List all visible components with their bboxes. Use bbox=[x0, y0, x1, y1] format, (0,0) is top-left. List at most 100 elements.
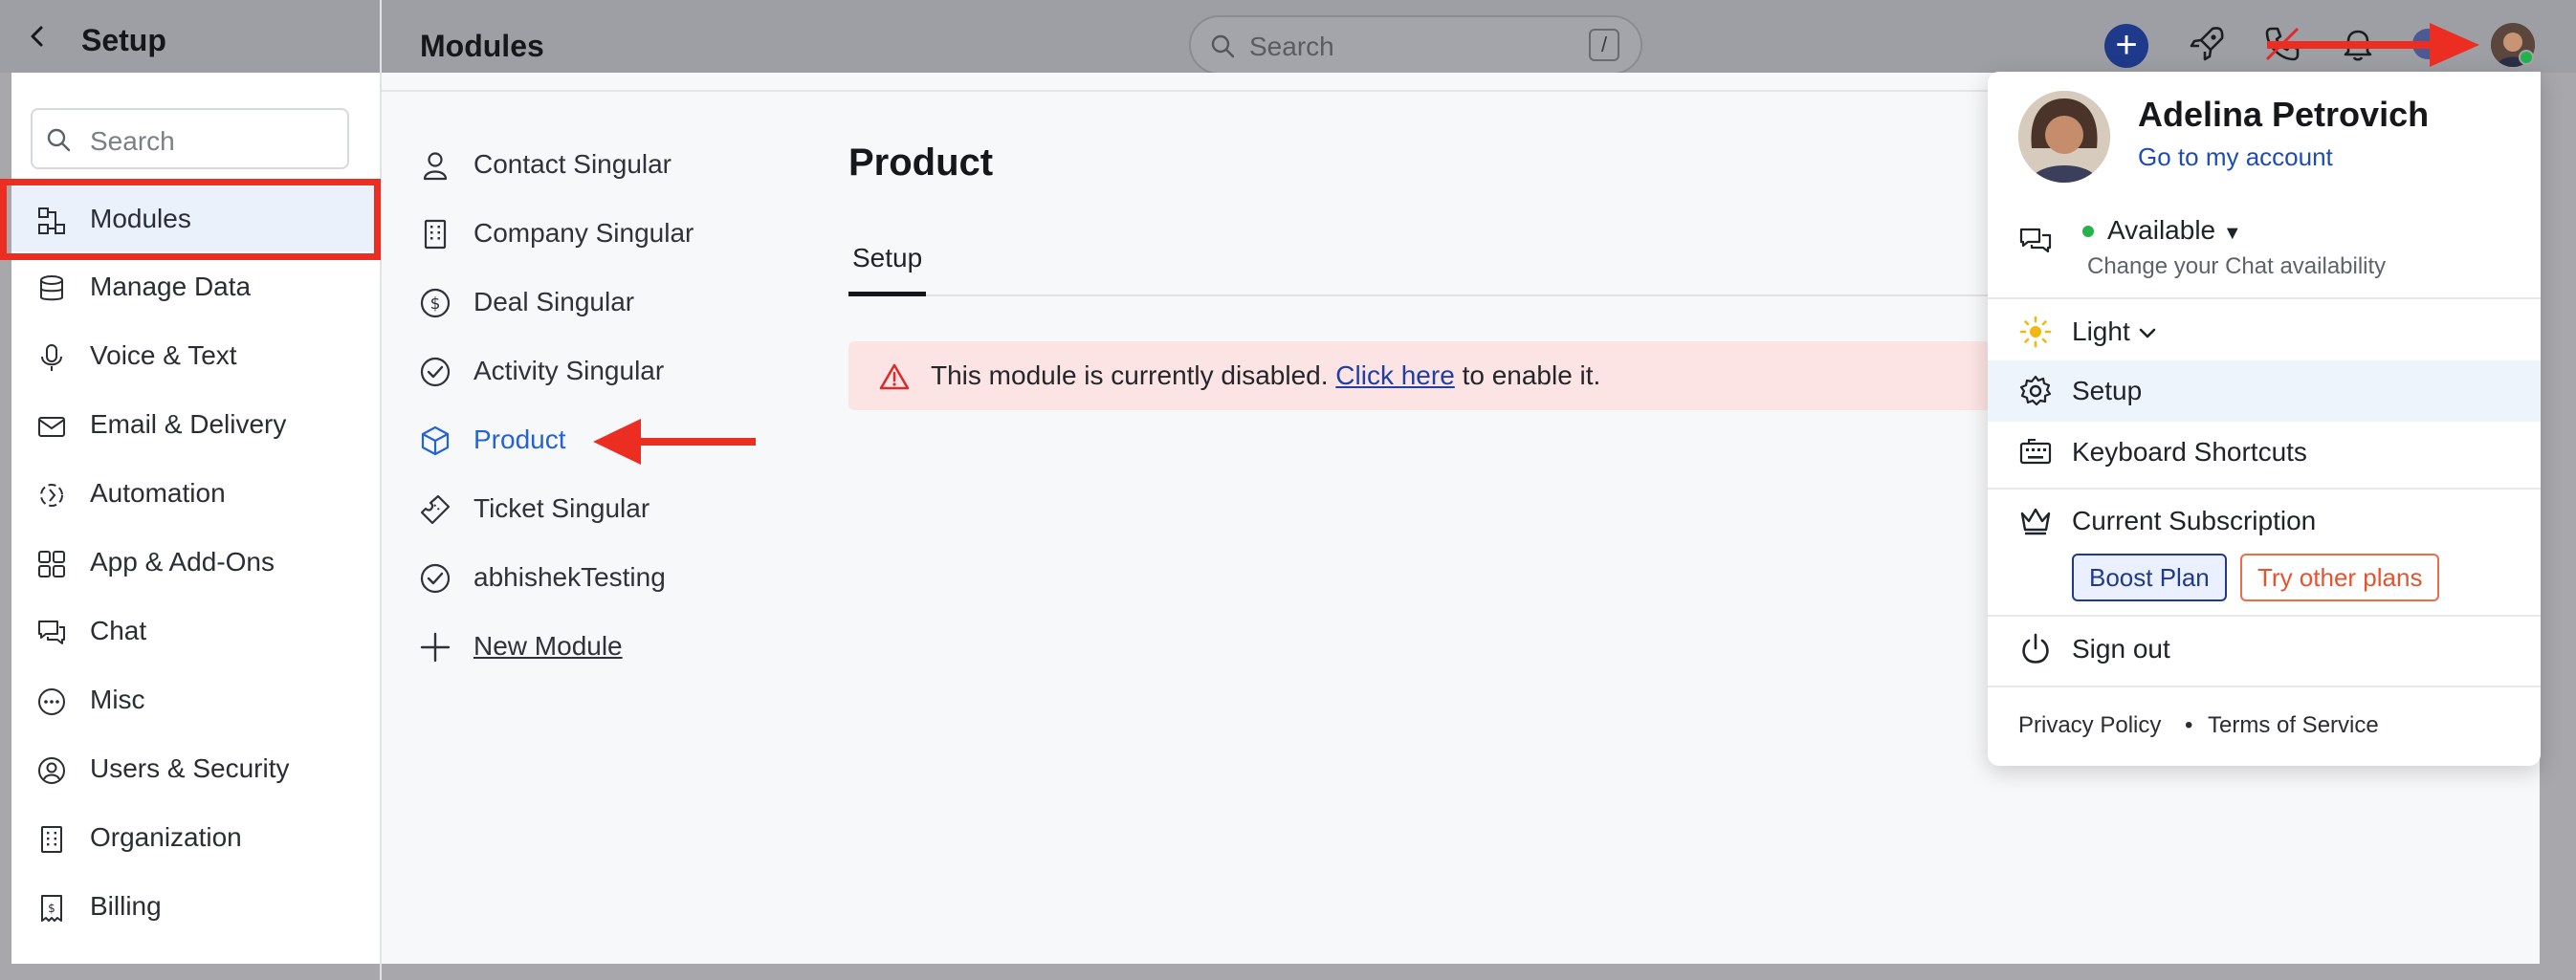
annotation-arrow-left bbox=[593, 419, 756, 465]
go-to-account-link[interactable]: Go to my account bbox=[2138, 142, 2333, 172]
alert-text: This module is currently disabled. Click… bbox=[931, 360, 1600, 391]
search-icon bbox=[1211, 34, 1235, 58]
sidebar-item-label: Automation bbox=[90, 478, 226, 508]
global-search-placeholder: Search bbox=[1249, 32, 1334, 61]
power-icon bbox=[2022, 633, 2049, 664]
person-icon bbox=[423, 152, 448, 181]
setup-label: Setup bbox=[2072, 376, 2143, 405]
ticket-icon bbox=[420, 494, 451, 525]
avatar-photo-icon bbox=[2018, 91, 2110, 183]
sidebar-item-app-add-ons[interactable]: App & Add-Ons bbox=[11, 530, 380, 595]
sidebar-item-email-delivery[interactable]: Email & Delivery bbox=[11, 392, 380, 457]
theme-label: Light bbox=[2072, 316, 2130, 346]
module-label: Activity Singular bbox=[473, 356, 665, 385]
module-disabled-alert: This module is currently disabled. Click… bbox=[848, 341, 2082, 410]
sidebar-header: Setup bbox=[0, 0, 380, 73]
sidebar-item-chat[interactable]: Chat bbox=[11, 599, 380, 664]
sidebar-title: Setup bbox=[81, 23, 166, 57]
sidebar-item-label: Users & Security bbox=[90, 753, 290, 783]
current-subscription-label: Current Subscription bbox=[2072, 506, 2317, 535]
status-dropdown[interactable]: Available ▼ bbox=[2107, 215, 2242, 246]
sidebar-item-automation[interactable]: Automation bbox=[11, 461, 380, 526]
building-icon bbox=[424, 219, 447, 250]
product-title: Product bbox=[848, 142, 994, 184]
dollar-icon: $ bbox=[420, 288, 451, 318]
sign-out-button[interactable]: Sign out bbox=[2072, 634, 2170, 664]
sidebar-item-label: Chat bbox=[90, 616, 147, 645]
sidebar-item-label: Voice & Text bbox=[90, 340, 237, 370]
profile-menu: Adelina Petrovich Go to my account Avail… bbox=[1988, 72, 2541, 766]
create-new-button[interactable]: + bbox=[2104, 24, 2148, 68]
module-item-ticket[interactable]: Ticket Singular bbox=[419, 482, 763, 535]
module-item-contact[interactable]: Contact Singular bbox=[419, 138, 763, 191]
sidebar-item-billing[interactable]: $ Billing bbox=[11, 874, 380, 939]
terms-of-service-link[interactable]: Terms of Service bbox=[2208, 712, 2379, 739]
profile-avatar bbox=[2018, 91, 2110, 183]
footer-separator: • bbox=[2185, 712, 2193, 738]
module-label: Deal Singular bbox=[473, 287, 635, 316]
building-icon bbox=[41, 826, 62, 853]
sidebar-search-placeholder: Search bbox=[90, 126, 175, 156]
privacy-policy-link[interactable]: Privacy Policy bbox=[2018, 712, 2161, 739]
back-arrow-icon[interactable] bbox=[27, 25, 50, 48]
svg-text:$: $ bbox=[430, 294, 441, 314]
menu-divider bbox=[1988, 615, 2541, 617]
caret-down-icon: ▼ bbox=[2222, 223, 2242, 244]
sun-icon bbox=[2019, 316, 2052, 348]
module-label: Contact Singular bbox=[473, 149, 672, 179]
product-tabs: Setup bbox=[848, 229, 2082, 296]
user-circle-icon bbox=[38, 757, 65, 784]
microphone-icon bbox=[41, 344, 62, 371]
tab-setup[interactable]: Setup bbox=[848, 229, 927, 296]
billing-icon: $ bbox=[41, 895, 62, 922]
online-status-dot bbox=[2519, 50, 2534, 65]
menu-item-setup[interactable] bbox=[1988, 360, 2541, 422]
try-other-plans-button[interactable]: Try other plans bbox=[2240, 554, 2440, 601]
sidebar-item-label: Email & Delivery bbox=[90, 409, 287, 439]
sidebar-item-misc[interactable]: Misc bbox=[11, 667, 380, 732]
module-item-activity[interactable]: Activity Singular bbox=[419, 344, 763, 398]
mail-icon bbox=[38, 417, 65, 437]
search-shortcut-key: / bbox=[1589, 29, 1619, 61]
more-icon bbox=[38, 688, 65, 715]
svg-text:$: $ bbox=[48, 902, 55, 915]
alert-message-end: to enable it. bbox=[1462, 360, 1601, 390]
theme-dropdown[interactable]: Light bbox=[2072, 316, 2157, 347]
module-label: Company Singular bbox=[473, 218, 694, 248]
new-module-button[interactable]: New Module bbox=[419, 620, 763, 673]
available-status-dot bbox=[2082, 226, 2094, 237]
sidebar-search-input[interactable]: Search bbox=[31, 108, 349, 169]
sidebar-item-label: App & Add-Ons bbox=[90, 547, 275, 577]
sidebar-item-organization[interactable]: Organization bbox=[11, 805, 380, 870]
module-item-company[interactable]: Company Singular bbox=[419, 207, 763, 260]
plus-icon bbox=[420, 632, 451, 663]
page-title: Modules bbox=[420, 29, 544, 63]
sidebar-item-users-security[interactable]: Users & Security bbox=[11, 736, 380, 801]
module-item-abhishektesting[interactable]: abhishekTesting bbox=[419, 551, 763, 604]
crown-icon bbox=[2020, 508, 2051, 535]
sidebar-item-manage-data[interactable]: Manage Data bbox=[11, 254, 380, 319]
rocket-icon[interactable] bbox=[2184, 21, 2230, 67]
status-hint: Change your Chat availability bbox=[2087, 253, 2387, 279]
sidebar-item-label: Misc bbox=[90, 685, 145, 714]
sidebar-item-label: Organization bbox=[90, 822, 242, 852]
module-label: Product bbox=[473, 425, 566, 454]
new-module-label: New Module bbox=[473, 631, 623, 661]
module-label: Ticket Singular bbox=[473, 493, 650, 523]
gear-icon bbox=[2019, 375, 2052, 406]
sidebar-item-voice-text[interactable]: Voice & Text bbox=[11, 323, 380, 388]
sidebar-item-label: Billing bbox=[90, 891, 162, 921]
chat-availability-icon bbox=[2019, 228, 2052, 253]
app-window: Setup Search Modules Manage Data Voice &… bbox=[0, 0, 2576, 980]
boost-plan-button[interactable]: Boost Plan bbox=[2072, 554, 2227, 601]
warning-icon bbox=[879, 363, 910, 390]
search-icon bbox=[47, 128, 71, 152]
module-item-deal[interactable]: $ Deal Singular bbox=[419, 275, 763, 329]
module-label: abhishekTesting bbox=[473, 562, 666, 592]
menu-divider bbox=[1988, 488, 2541, 490]
sidebar-item-label: Manage Data bbox=[90, 272, 252, 301]
menu-item-keyboard-shortcuts[interactable]: Keyboard Shortcuts bbox=[2072, 437, 2307, 468]
global-search-input[interactable]: Search / bbox=[1189, 15, 1642, 75]
keyboard-icon bbox=[2019, 439, 2052, 465]
enable-module-link[interactable]: Click here bbox=[1335, 360, 1454, 390]
